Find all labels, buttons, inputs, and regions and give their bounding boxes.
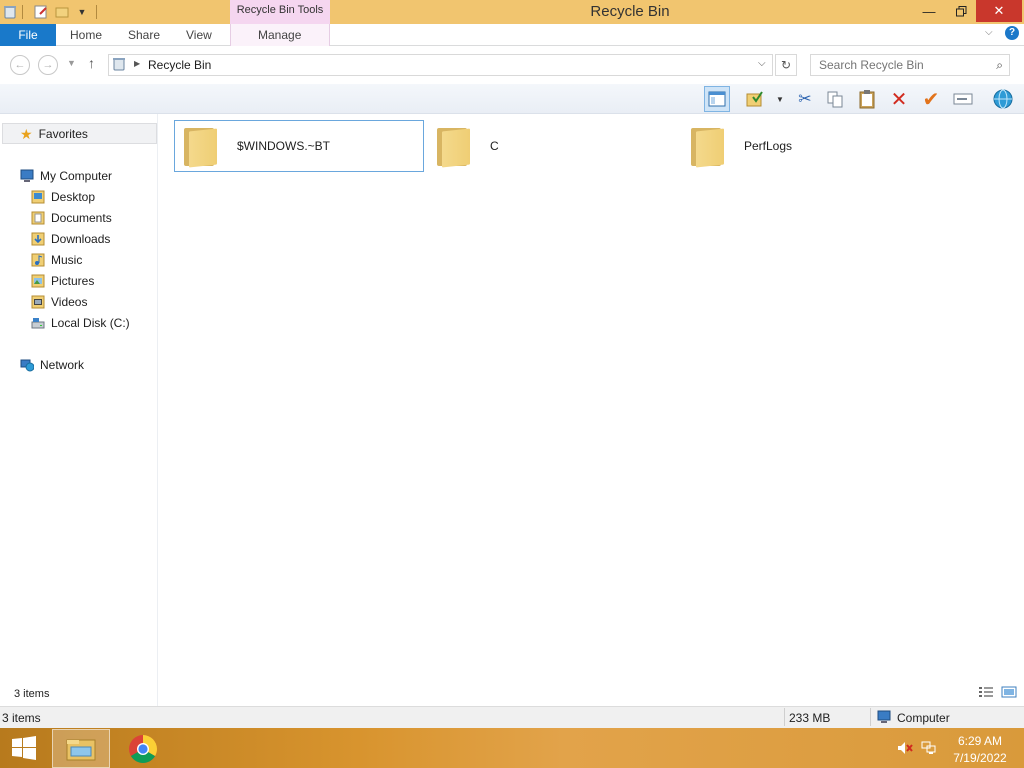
delete-icon[interactable]: ✕ [886,86,912,112]
file-item[interactable]: $WINDOWS.~BT [174,120,424,172]
nav-my-computer-label: My Computer [40,169,113,183]
recycle-bin-location-icon [112,57,126,74]
search-icon[interactable]: ⌕ [996,58,1003,73]
pictures-icon [31,274,45,288]
window-title: Recycle Bin [590,3,670,20]
videos-icon [31,295,45,309]
nav-local-disk[interactable]: Local Disk (C:) [31,313,130,333]
file-name: C [490,139,499,153]
file-item[interactable]: C [428,120,678,172]
nav-my-computer[interactable]: My Computer [20,166,112,186]
select-folder-button[interactable] [742,86,768,112]
taskbar-chrome[interactable] [120,729,166,768]
computer-icon [20,169,34,183]
file-name: $WINDOWS.~BT [237,139,331,153]
recent-locations-icon[interactable]: ▼ [67,58,76,68]
nav-favorites-label: Favorites [38,127,88,141]
nav-pictures-label: Pictures [51,274,95,288]
clock-time[interactable]: 6:29 AM [950,734,1010,748]
clock-date[interactable]: 7/19/2022 [950,751,1010,765]
nav-downloads-label: Downloads [51,232,111,246]
nav-documents[interactable]: Documents [31,208,112,228]
rename-icon[interactable] [950,86,976,112]
new-folder-icon[interactable] [54,4,70,20]
up-button[interactable]: ↑ [88,55,95,71]
nav-documents-label: Documents [51,211,112,225]
nav-music[interactable]: Music [31,250,82,270]
expand-ribbon-icon[interactable]: ⌵ [985,27,993,38]
address-dropdown-icon[interactable]: ⌵ [758,58,766,69]
network-icon [20,358,35,372]
nav-desktop-label: Desktop [51,190,96,204]
close-button[interactable]: ✕ [976,0,1022,22]
downloads-icon [31,232,45,246]
star-icon: ★ [20,125,33,142]
nav-videos-label: Videos [51,295,88,309]
details-view-icon[interactable] [978,686,994,701]
recycle-bin-icon [2,4,18,20]
taskbar-file-explorer[interactable] [52,729,110,768]
tab-file[interactable]: File [0,24,56,46]
nav-pictures[interactable]: Pictures [31,271,94,291]
status-computer-icon [877,710,891,727]
network-globe-icon[interactable] [990,86,1016,112]
nav-network-label: Network [40,358,85,372]
nav-music-label: Music [51,253,83,267]
music-icon [31,253,45,267]
status-item-count: 3 items [2,711,41,725]
desktop-icon [31,190,45,204]
minimize-button[interactable]: — [914,0,944,22]
item-count: 3 items [14,688,50,700]
tab-share[interactable]: Share [128,28,160,42]
nav-downloads[interactable]: Downloads [31,229,110,249]
cut-icon[interactable]: ✂ [792,86,818,112]
search-box[interactable]: ⌕ [810,54,1010,76]
nav-videos[interactable]: Videos [31,292,87,312]
status-size: 233 MB [789,711,831,725]
restore-button[interactable] [946,0,976,22]
nav-desktop[interactable]: Desktop [31,187,95,207]
copy-icon[interactable] [822,86,848,112]
context-tab-recycle-bin-tools: Recycle Bin Tools [230,0,330,24]
tab-home[interactable]: Home [70,28,102,42]
file-name: PerfLogs [744,139,793,153]
customize-qat-icon[interactable]: ▼ [74,4,90,20]
nav-local-disk-label: Local Disk (C:) [51,316,130,330]
breadcrumb-recycle-bin[interactable]: Recycle Bin [148,58,211,72]
checkmark-icon[interactable]: ✔ [918,86,944,112]
documents-icon [31,211,45,225]
back-button[interactable]: ← [10,55,30,75]
select-dropdown-icon[interactable]: ▼ [776,95,784,104]
nav-favorites-row[interactable]: ★ Favorites [20,124,88,144]
large-icons-view-icon[interactable] [1001,686,1017,701]
network-tray-icon[interactable] [920,739,938,757]
folder-icon [434,124,470,168]
help-icon[interactable]: ? [1005,26,1019,40]
tab-view[interactable]: View [186,28,212,42]
nav-network[interactable]: Network [20,355,84,375]
tab-manage[interactable]: Manage [258,28,301,42]
folder-icon [181,124,217,168]
file-explorer-icon [66,739,96,760]
search-input[interactable] [819,58,984,72]
preview-pane-button[interactable] [704,86,730,112]
hard-drive-icon [31,316,45,330]
breadcrumb-chevron-icon[interactable]: ▶ [134,59,140,68]
properties-icon[interactable] [33,4,49,20]
folder-icon [688,124,724,168]
start-button[interactable] [8,735,40,761]
chrome-icon [129,734,157,763]
file-item[interactable]: PerfLogs [682,120,932,172]
refresh-button[interactable]: ↻ [775,54,797,76]
forward-button[interactable]: → [38,55,58,75]
paste-icon[interactable] [854,86,880,112]
volume-muted-icon[interactable] [896,739,914,757]
status-location: Computer [897,711,950,725]
